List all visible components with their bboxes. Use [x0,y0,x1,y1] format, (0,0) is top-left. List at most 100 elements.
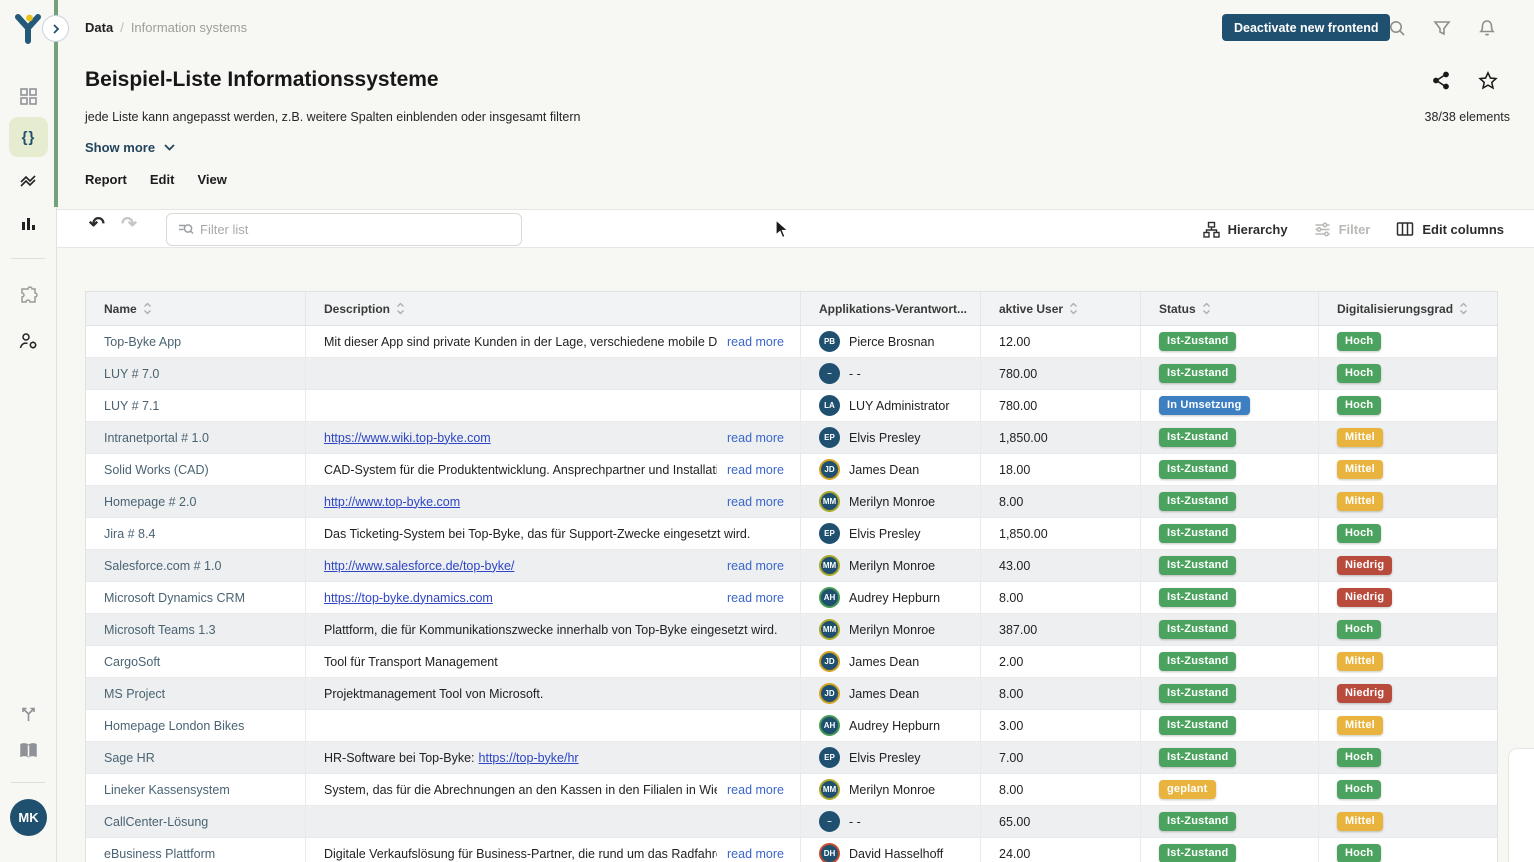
row-name[interactable]: Microsoft Teams 1.3 [86,614,306,645]
row-name[interactable]: Jira # 8.4 [86,518,306,549]
person-name: LUY Administrator [849,399,950,413]
table-row[interactable]: Sage HRHR-Software bei Top-Byke: https:/… [86,742,1497,774]
row-name[interactable]: eBusiness Plattform [86,838,306,862]
description-link[interactable]: https://www.wiki.top-byke.com [324,431,491,445]
show-more-toggle[interactable]: Show more [85,140,175,155]
description-link[interactable]: https://top-byke/hr [479,751,579,765]
column-header-status[interactable]: Status [1141,292,1319,325]
row-name[interactable]: Intranetportal # 1.0 [86,422,306,453]
split-icon[interactable] [0,700,56,724]
column-header-aktive-user[interactable]: aktive User [981,292,1141,325]
table-row[interactable]: Lineker KassensystemSystem, das für die … [86,774,1497,806]
read-more-link[interactable]: read more [717,335,784,349]
description-link[interactable]: http://www.salesforce.de/top-byke/ [324,559,514,573]
description-link[interactable]: https://top-byke.dynamics.com [324,591,493,605]
table-row[interactable]: eBusiness PlattformDigitale Verkaufslösu… [86,838,1497,862]
filter-button[interactable]: Filter [1314,221,1371,238]
book-icon[interactable] [0,738,56,762]
description-text: Das Ticketing-System bei Top-Byke, das f… [324,527,750,541]
menu-edit[interactable]: Edit [150,172,175,187]
share-icon[interactable] [1432,71,1451,90]
row-digitalisierungsgrad: Hoch [1319,326,1497,357]
dashboard-icon[interactable] [0,84,56,108]
person-name: Elvis Presley [849,431,921,445]
table-row[interactable]: Microsoft Teams 1.3Plattform, die für Ko… [86,614,1497,646]
read-more-link[interactable]: read more [717,847,784,861]
edit-columns-button[interactable]: Edit columns [1396,221,1504,237]
star-icon[interactable] [1478,71,1497,90]
read-more-link[interactable]: read more [717,559,784,573]
menu-view[interactable]: View [197,172,226,187]
table-row[interactable]: LUY # 7.0–- -780.00Ist-ZustandHoch [86,358,1497,390]
row-name[interactable]: Sage HR [86,742,306,773]
sort-icon[interactable] [1459,302,1468,315]
status-badge: In Umsetzung [1159,396,1250,415]
table-row[interactable]: MS ProjectProjektmanagement Tool von Mic… [86,678,1497,710]
row-active-users: 7.00 [981,742,1141,773]
row-status: Ist-Zustand [1141,582,1319,613]
row-name[interactable]: Homepage London Bikes [86,710,306,741]
row-name[interactable]: LUY # 7.1 [86,390,306,421]
bell-icon[interactable] [1477,18,1497,38]
sidebar-collapse-button[interactable] [42,15,69,42]
read-more-link[interactable]: read more [717,431,784,445]
row-name[interactable]: Homepage # 2.0 [86,486,306,517]
menu-report[interactable]: Report [85,172,127,187]
redo-button[interactable]: ↷ [121,213,137,236]
row-active-users: 65.00 [981,806,1141,837]
filter-list-input[interactable] [200,222,511,237]
deactivate-frontend-button[interactable]: Deactivate new frontend [1222,14,1390,41]
row-name[interactable]: CargoSoft [86,646,306,677]
table-row[interactable]: Microsoft Dynamics CRMhttps://top-byke.d… [86,582,1497,614]
table-row[interactable]: Intranetportal # 1.0 https://www.wiki.top… [86,422,1497,454]
read-more-link[interactable]: read more [717,495,784,509]
table-row[interactable]: Jira # 8.4 Das Ticketing-System bei Top-B… [86,518,1497,550]
read-more-link[interactable]: read more [717,783,784,797]
row-description: https://top-byke.dynamics.com read more [306,582,801,613]
table-row[interactable]: Homepage London BikesAHAudrey Hepburn3.0… [86,710,1497,742]
row-name[interactable]: Microsoft Dynamics CRM [86,582,306,613]
puzzle-icon[interactable] [0,283,56,307]
user-avatar[interactable]: MK [10,799,47,836]
sort-icon[interactable] [1202,302,1211,315]
breadcrumb-information-systems[interactable]: Information systems [131,20,247,35]
row-name[interactable]: LUY # 7.0 [86,358,306,389]
breadcrumb-data[interactable]: Data [85,20,113,35]
description-link[interactable]: http://www.top-byke.com [324,495,460,509]
table-row[interactable]: LUY # 7.1LALUY Administrator780.00In Ums… [86,390,1497,422]
row-name[interactable]: Solid Works (CAD) [86,454,306,485]
table-row[interactable]: Solid Works (CAD)CAD-System für die Prod… [86,454,1497,486]
sort-icon[interactable] [1069,302,1078,315]
column-header-description[interactable]: Description [306,292,801,325]
column-header-applikations-verantwortlicher[interactable]: Applikations-Verantwort... [801,292,981,325]
row-name[interactable]: Top-Byke App [86,326,306,357]
sort-icon[interactable] [143,302,152,315]
read-more-link[interactable]: read more [717,591,784,605]
row-responsible: EPElvis Presley [801,422,981,453]
scrollbar-panel[interactable] [1508,748,1534,862]
column-header-digitalisierungsgrad[interactable]: Digitalisierungsgrad [1319,292,1497,325]
row-name[interactable]: MS Project [86,678,306,709]
filter-search-icon [177,221,194,238]
table-row[interactable]: CallCenter-Lösung–- -65.00Ist-ZustandMit… [86,806,1497,838]
table-row[interactable]: Top-Byke AppMit dieser App sind private … [86,326,1497,358]
row-name[interactable]: Lineker Kassensystem [86,774,306,805]
trend-icon[interactable] [0,168,56,192]
sidebar-item-data-active[interactable]: {} [9,117,48,157]
funnel-icon[interactable] [1432,18,1452,38]
row-name[interactable]: CallCenter-Lösung [86,806,306,837]
column-header-name[interactable]: Name [86,292,306,325]
undo-button[interactable]: ↶ [89,213,105,236]
status-badge: Ist-Zustand [1159,332,1236,351]
filter-list-field[interactable] [166,213,522,246]
row-name[interactable]: Salesforce.com # 1.0 [86,550,306,581]
hierarchy-button[interactable]: Hierarchy [1203,221,1288,238]
search-icon[interactable] [1387,18,1407,38]
table-row[interactable]: CargoSoftTool für Transport ManagementJD… [86,646,1497,678]
user-gear-icon[interactable] [0,328,56,352]
table-row[interactable]: Salesforce.com # 1.0 http://www.salesforc… [86,550,1497,582]
sort-icon[interactable] [396,302,405,315]
table-row[interactable]: Homepage # 2.0 http://www.top-byke.com rea… [86,486,1497,518]
read-more-link[interactable]: read more [717,463,784,477]
bar-chart-icon[interactable] [0,211,56,235]
